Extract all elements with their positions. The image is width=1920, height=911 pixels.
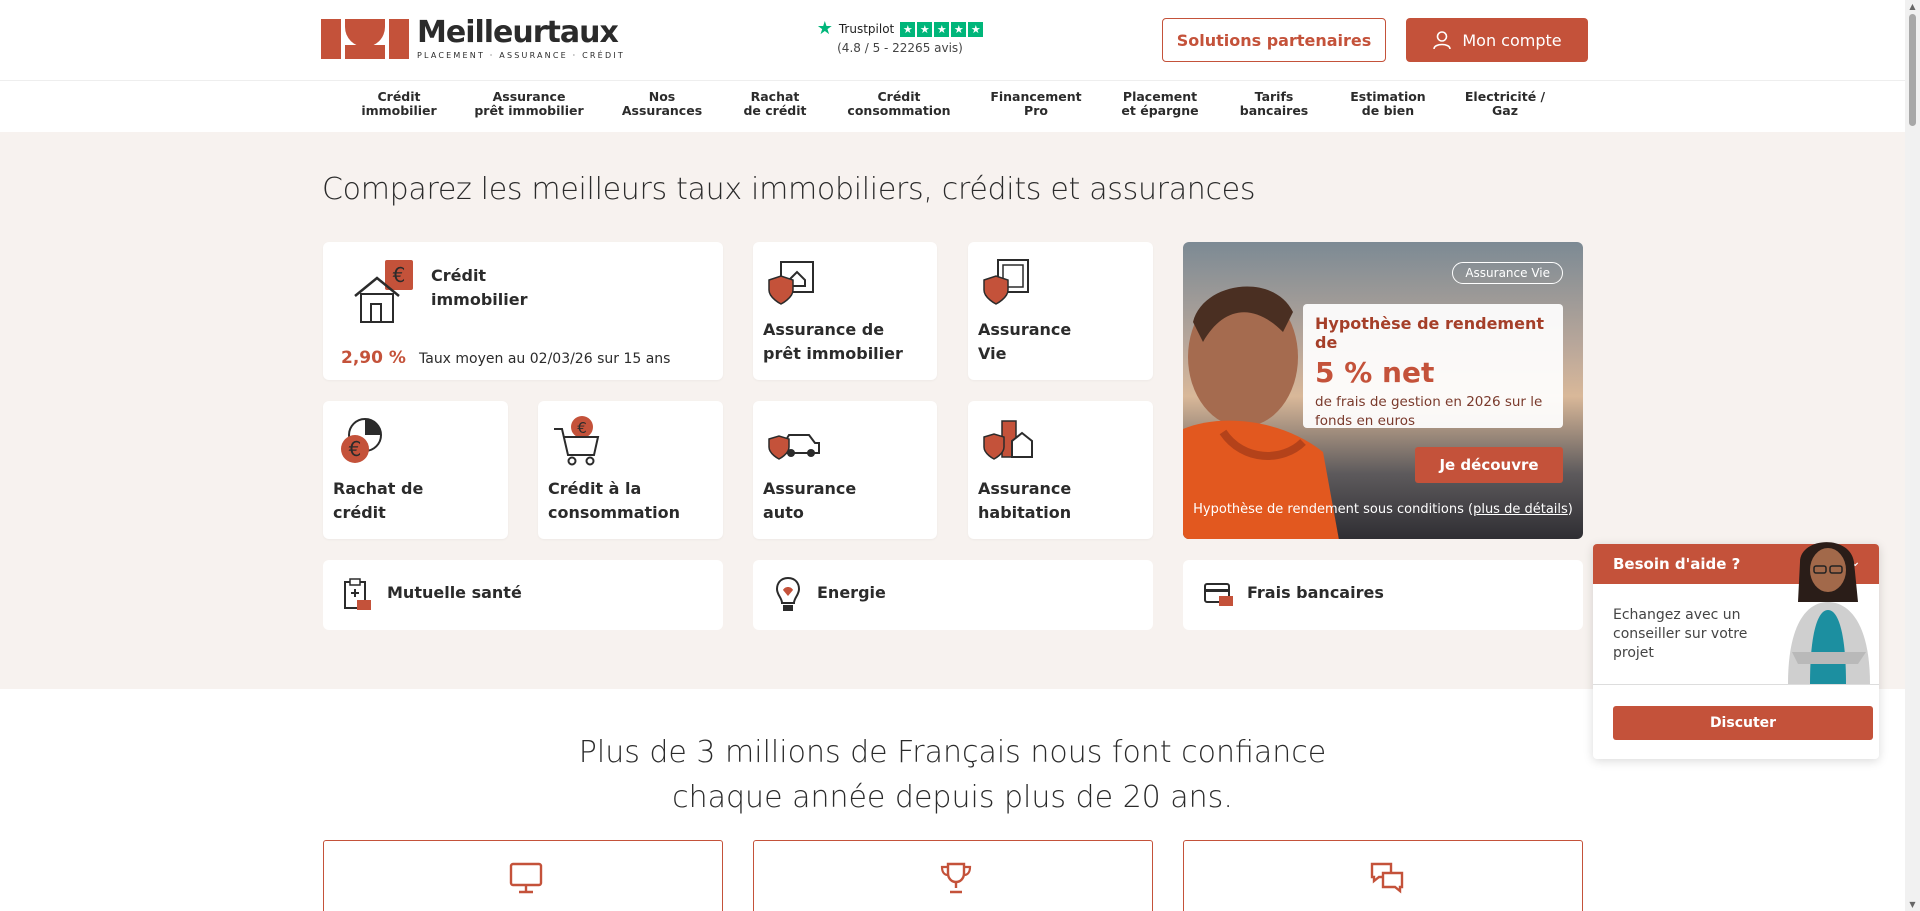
shield-house-icon <box>768 261 814 305</box>
logo-tagline: PLACEMENT · ASSURANCE · CRÉDIT <box>417 51 625 60</box>
nav-placement-epargne[interactable]: Placement et épargne <box>1100 90 1220 118</box>
monitor-icon <box>509 862 543 894</box>
promo-assurance-vie[interactable]: Assurance Vie Hypothèse de rendement de … <box>1183 242 1583 539</box>
star-icon: ★ <box>968 21 984 37</box>
help-chat-widget: Besoin d'aide ? ⌄ Echangez avec un conse… <box>1593 542 1879 759</box>
card-rachat-credit[interactable]: € Rachat de crédit <box>323 401 508 539</box>
scroll-thumb[interactable] <box>1909 14 1916 126</box>
scroll-down-arrow-icon[interactable]: ▼ <box>1908 900 1917 909</box>
card-title-line1: Assurance de <box>763 320 885 339</box>
card-title-line2: auto <box>763 503 804 522</box>
card-assurance-auto[interactable]: Assurance auto <box>753 401 937 539</box>
user-icon <box>1433 31 1452 50</box>
site-header: Meilleurtaux PLACEMENT · ASSURANCE · CRÉ… <box>0 0 1905 80</box>
chat-divider <box>1593 684 1879 685</box>
nav-tarifs-bancaires[interactable]: Tarifs bancaires <box>1214 90 1334 118</box>
svg-text:€: € <box>349 437 362 461</box>
trophy-icon <box>940 862 972 894</box>
advisor-avatar <box>1788 542 1870 684</box>
card-title: Frais bancaires <box>1247 583 1384 602</box>
promo-badge: Assurance Vie <box>1452 262 1563 284</box>
promo-info-box: Hypothèse de rendement de 5 % net de fra… <box>1303 304 1563 429</box>
lightbulb-icon <box>775 576 801 611</box>
more-details-link[interactable]: plus de détails <box>1473 502 1568 517</box>
star-icon: ★ <box>951 21 967 37</box>
nav-nos-assurances[interactable]: Nos Assurances <box>602 90 722 118</box>
nav-electricite-gaz[interactable]: Electricité / Gaz <box>1445 90 1565 118</box>
shield-car-icon <box>768 434 820 460</box>
card-title-line2: consommation <box>548 503 681 522</box>
card-title-line1: Crédit à la <box>548 479 642 498</box>
nav-credit-immobilier[interactable]: Crédit immobilier <box>339 90 459 118</box>
feature-box-award <box>753 840 1153 911</box>
main-nav: Crédit immobilier Assurance prêt immobilie… <box>0 80 1905 132</box>
scroll-up-arrow-icon[interactable]: ▲ <box>1908 2 1917 11</box>
card-title-line1: Assurance <box>763 479 857 498</box>
account-button[interactable]: Mon compte <box>1406 18 1588 62</box>
logo[interactable]: Meilleurtaux PLACEMENT · ASSURANCE · CRÉ… <box>321 18 625 60</box>
promo-description: de frais de gestion en 2026 sur le fonds… <box>1315 394 1543 429</box>
average-rate-caption: Taux moyen au 02/03/26 sur 15 ans <box>419 351 671 367</box>
account-button-label: Mon compte <box>1462 30 1562 50</box>
bank-card-icon <box>1204 583 1233 606</box>
promo-disclaimer: Hypothèse de rendement sous conditions (… <box>1193 502 1573 517</box>
card-title-line2: prêt immobilier <box>763 344 903 363</box>
feature-box-online <box>323 840 723 911</box>
star-icon: ★ <box>900 21 916 37</box>
trustpilot-rating[interactable]: ★ Trustpilot ★ ★ ★ ★ ★ (4.8 / 5 - 22265 avis… <box>810 20 990 55</box>
card-assurance-habitation[interactable]: Assurance habitation <box>968 401 1153 539</box>
card-title: Energie <box>817 583 886 602</box>
logo-name: Meilleurtaux <box>417 15 619 50</box>
chat-message: Echangez avec un conseiller sur votre pr… <box>1613 607 1748 661</box>
nav-estimation-bien[interactable]: Estimation de bien <box>1328 90 1448 118</box>
card-title-line2: habitation <box>978 503 1072 522</box>
nav-rachat-credit[interactable]: Rachat de crédit <box>715 90 835 118</box>
star-icon: ★ <box>917 21 933 37</box>
card-frais-bancaires[interactable]: Frais bancaires <box>1183 560 1583 630</box>
card-title-line2: crédit <box>333 503 386 522</box>
card-mutuelle-sante[interactable]: Mutuelle santé <box>323 560 723 630</box>
nav-financement-pro[interactable]: Financement Pro <box>976 90 1096 118</box>
card-energie[interactable]: Energie <box>753 560 1153 630</box>
card-title-line1: Assurance <box>978 479 1072 498</box>
card-credit-consommation[interactable]: € Crédit à la consommation <box>538 401 723 539</box>
star-icon: ★ <box>934 21 950 37</box>
feature-box-advice <box>1183 840 1583 911</box>
promo-headline: Hypothèse de rendement de <box>1315 314 1544 352</box>
discover-button[interactable]: Je découvre <box>1415 447 1563 483</box>
chat-discuss-button[interactable]: Discuter <box>1613 706 1873 740</box>
trustpilot-score: (4.8 / 5 - 22265 avis) <box>837 41 963 55</box>
cart-euro-icon: € <box>554 416 600 466</box>
promo-rate: 5 % net <box>1315 356 1435 389</box>
logo-mark-icon <box>321 19 409 59</box>
pie-euro-icon: € <box>341 418 382 463</box>
nav-credit-consommation[interactable]: Crédit consommation <box>839 90 959 118</box>
chat-title: Besoin d'aide ? <box>1613 555 1741 573</box>
trustpilot-star-icon: ★ <box>816 18 833 39</box>
card-title-line2: immobilier <box>431 290 528 309</box>
svg-text:€: € <box>393 263 406 287</box>
hero-title: Comparez les meilleurs taux immobiliers,… <box>322 172 1256 207</box>
trustpilot-stars: ★ ★ ★ ★ ★ <box>900 21 984 37</box>
card-title-line1: Rachat de <box>333 479 424 498</box>
card-title-line1: Crédit <box>431 266 487 285</box>
average-rate: 2,90 % <box>341 348 406 368</box>
trustpilot-label: Trustpilot <box>838 22 895 36</box>
card-credit-immobilier[interactable]: € Crédit immobilier 2,90 % Taux moyen au… <box>323 242 723 380</box>
shield-buildings-icon <box>983 420 1033 460</box>
page-scrollbar[interactable]: ▲ ▼ <box>1905 0 1920 911</box>
nav-assurance-pret[interactable]: Assurance prêt immobilier <box>469 90 589 118</box>
shield-frame-icon <box>983 259 1029 305</box>
partners-button[interactable]: Solutions partenaires <box>1162 18 1386 62</box>
svg-text:€: € <box>577 419 587 437</box>
card-assurance-pret[interactable]: Assurance de prêt immobilier <box>753 242 937 380</box>
card-title-line1: Assurance <box>978 320 1072 339</box>
card-title-line2: Vie <box>978 344 1007 363</box>
card-title: Mutuelle santé <box>387 583 522 602</box>
chat-bubbles-icon <box>1370 862 1404 894</box>
card-assurance-vie[interactable]: Assurance Vie <box>968 242 1153 380</box>
clipboard-health-icon <box>344 578 371 610</box>
house-euro-icon: € <box>354 260 413 323</box>
